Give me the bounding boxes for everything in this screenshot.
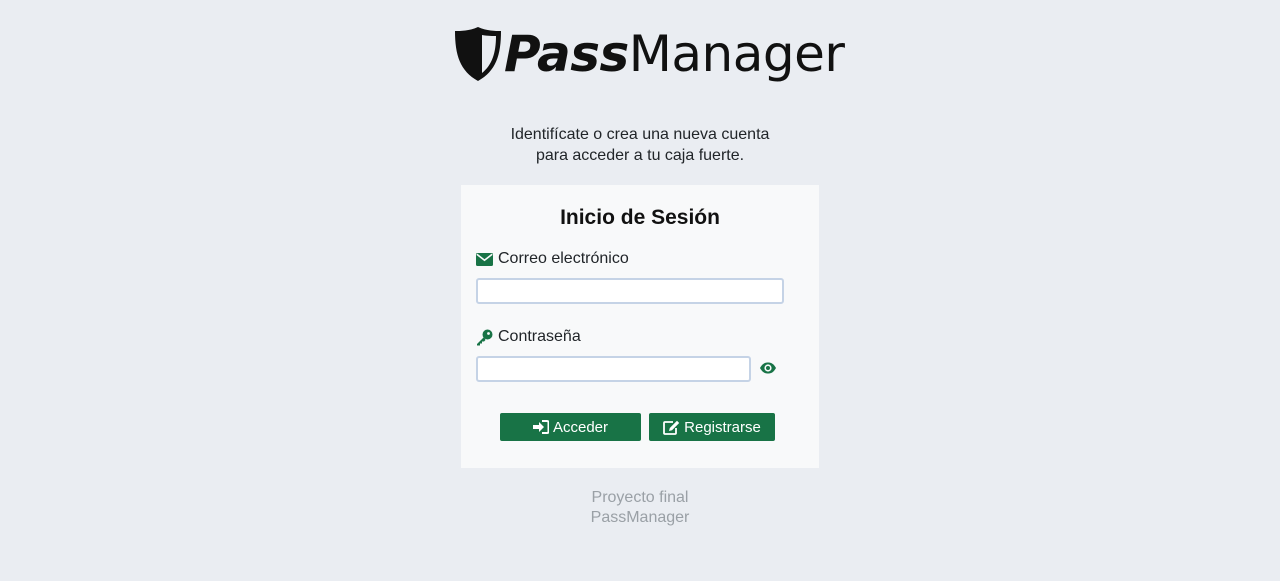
email-label-text: Correo electrónico — [498, 250, 629, 267]
login-button-label: Acceder — [552, 418, 609, 436]
shield-icon — [455, 27, 501, 81]
eye-icon — [760, 362, 776, 374]
intro-line-1: Identifícate o crea una nueva cuenta — [510, 126, 770, 143]
app-logo: PassManager — [452, 24, 845, 84]
footer-line-1: Proyecto final — [591, 489, 689, 506]
register-button-label: Registrarse — [684, 418, 761, 436]
intro-text: Identifícate o crea una nueva cuenta par… — [440, 124, 840, 166]
intro-line-2: para acceder a tu caja fuerte. — [535, 147, 745, 164]
login-button[interactable]: Acceder — [500, 413, 641, 441]
key-icon — [477, 329, 493, 345]
logo-wordmark: PassManager — [504, 25, 845, 83]
login-page: PassManager Identifícate o crea una nuev… — [0, 0, 1280, 581]
email-label: Correo electrónico — [476, 250, 629, 268]
show-password-toggle[interactable] — [758, 359, 778, 377]
footer-line-2: PassManager — [590, 509, 690, 526]
password-label: Contraseña — [476, 328, 581, 346]
login-card: Inicio de Sesión Correo electrónico Cont… — [461, 185, 819, 468]
footer: Proyecto final PassManager — [540, 488, 740, 528]
sign-in-icon — [532, 420, 549, 434]
email-field[interactable] — [476, 278, 784, 304]
password-label-text: Contraseña — [498, 328, 581, 345]
logo-text-manager: Manager — [628, 25, 845, 83]
card-title: Inicio de Sesión — [560, 206, 720, 229]
password-field[interactable] — [476, 356, 751, 382]
logo-text-pass: Pass — [504, 25, 629, 83]
register-button[interactable]: Registrarse — [649, 413, 775, 441]
edit-icon — [663, 420, 680, 435]
envelope-icon — [476, 252, 493, 266]
